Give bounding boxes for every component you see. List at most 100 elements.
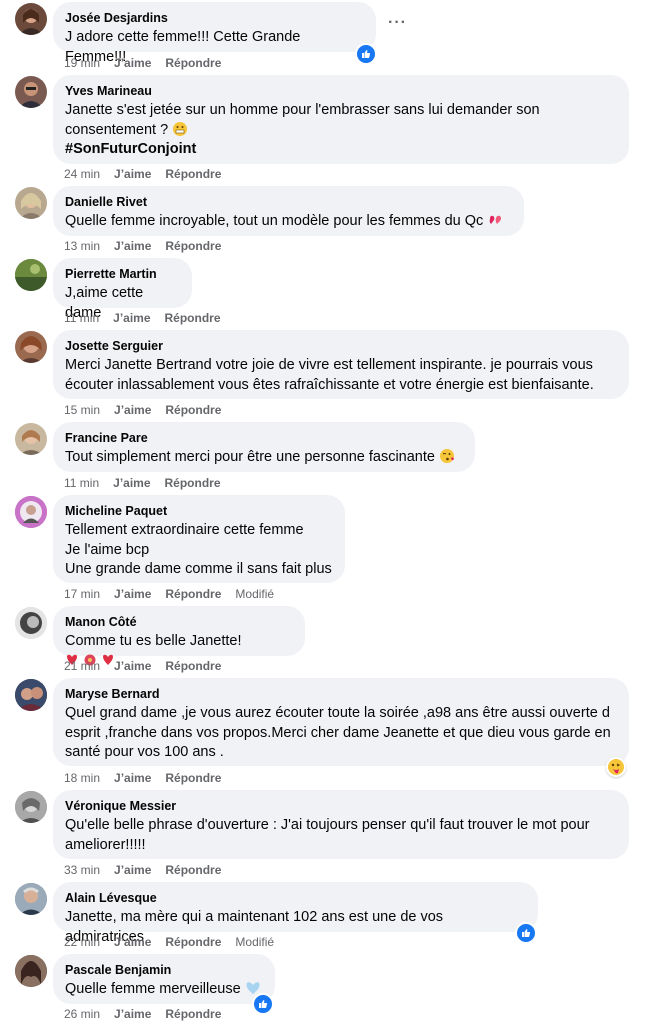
avatar[interactable] (15, 955, 47, 987)
comment-time[interactable]: 15 min (64, 403, 100, 417)
comment-text: Quelle femme merveilleuse (65, 981, 241, 997)
comment-time[interactable]: 21 min (64, 659, 100, 673)
two-hearts-emoji-icon (489, 215, 502, 224)
comment-line: Janette s'est jetée sur un homme pour l'… (65, 102, 540, 118)
comment-time[interactable]: 26 min (64, 1007, 100, 1021)
reply-link[interactable]: Répondre (165, 863, 221, 877)
reply-link[interactable]: Répondre (165, 311, 221, 325)
comment-author[interactable]: Alain Lévesque (65, 890, 526, 906)
like-link[interactable]: J’aime (114, 1007, 151, 1021)
like-reaction-icon[interactable] (355, 43, 377, 65)
comment-line: ameliorer!!!!! (65, 836, 146, 853)
comment-line: consentement ? (65, 121, 169, 138)
comment-text: Merci Janette Bertrand votre joie de viv… (65, 356, 617, 395)
comment-author[interactable]: Josette Serguier (65, 338, 617, 354)
like-link[interactable]: J’aime (114, 863, 151, 877)
like-link[interactable]: J’aime (114, 403, 151, 417)
comment-author[interactable]: Pascale Benjamin (65, 962, 263, 978)
like-link[interactable]: J’aime (113, 476, 150, 490)
comment-text: Tout simplement merci pour être une pers… (65, 449, 435, 465)
avatar[interactable] (15, 259, 47, 291)
reply-link[interactable]: Répondre (165, 403, 221, 417)
like-reaction-icon[interactable] (515, 922, 537, 944)
reply-link[interactable]: Répondre (165, 56, 221, 70)
avatar[interactable] (15, 496, 47, 528)
hashtag-link[interactable]: #SonFuturConjoint (65, 140, 617, 160)
comment-author[interactable]: Micheline Paquet (65, 503, 333, 519)
comment-author[interactable]: Maryse Bernard (65, 686, 617, 702)
reply-link[interactable]: Répondre (165, 935, 221, 949)
avatar[interactable] (15, 883, 47, 915)
comment-time[interactable]: 18 min (64, 771, 100, 785)
comment-line: esprit ,franche dans vos propos.Merci ch… (65, 724, 611, 741)
comment-line: santé pour vos 100 ans . (65, 744, 224, 760)
more-options-button[interactable]: ··· (388, 14, 407, 32)
comment-author[interactable]: Pierrette Martin (65, 266, 180, 282)
avatar[interactable] (15, 679, 47, 711)
comment-time[interactable]: 13 min (64, 239, 100, 253)
comment-author[interactable]: Manon Côté (65, 614, 293, 630)
comment-time[interactable]: 19 min (64, 56, 100, 70)
comment-line: Quel grand dame ,je vous aurez écouter t… (65, 705, 610, 721)
comment-bubble: Francine Pare Tout simplement merci pour… (53, 422, 475, 472)
comment-time[interactable]: 11 min (64, 476, 99, 490)
edited-label[interactable]: Modifié (235, 587, 274, 601)
comment-line: écouter inlassablement vous êtes rafraîc… (65, 376, 594, 393)
avatar[interactable] (15, 187, 47, 219)
comment-author[interactable]: Francine Pare (65, 430, 463, 446)
avatar[interactable] (15, 607, 47, 639)
like-link[interactable]: J’aime (113, 311, 150, 325)
comment-meta: 18 min J’aime Répondre (64, 771, 235, 785)
comment-line: Qu'elle belle phrase d'ouverture : J'ai … (65, 817, 590, 833)
like-link[interactable]: J’aime (114, 239, 151, 253)
reply-link[interactable]: Répondre (165, 771, 221, 785)
avatar[interactable] (15, 791, 47, 823)
reply-link[interactable]: Répondre (165, 239, 221, 253)
comment-time[interactable]: 11 min (64, 311, 99, 325)
comment-time[interactable]: 17 min (64, 587, 100, 601)
comment-text: Qu'elle belle phrase d'ouverture : J'ai … (65, 816, 617, 855)
reply-link[interactable]: Répondre (165, 476, 221, 490)
reply-link[interactable]: Répondre (165, 587, 221, 601)
avatar[interactable] (15, 331, 47, 363)
like-link[interactable]: J’aime (114, 771, 151, 785)
comment-author[interactable]: Danielle Rivet (65, 194, 512, 210)
comment-text: Janette s'est jetée sur un homme pour l'… (65, 101, 617, 160)
comment-author[interactable]: Véronique Messier (65, 798, 617, 814)
comment-line: Tellement extraordinaire cette femme (65, 522, 304, 538)
tongue-face-reaction-icon[interactable] (606, 757, 626, 777)
comment-bubble: Danielle Rivet Quelle femme incroyable, … (53, 186, 524, 236)
like-link[interactable]: J’aime (114, 935, 151, 949)
comment-text: Quel grand dame ,je vous aurez écouter t… (65, 704, 617, 763)
avatar[interactable] (15, 76, 47, 108)
comment-line: Une grande dame comme il sans fait plus (65, 561, 332, 577)
comment-meta: 19 min J’aime Répondre (64, 56, 235, 70)
like-reaction-icon[interactable] (252, 993, 274, 1015)
comment-author[interactable]: Josée Desjardins (65, 10, 364, 26)
comment-bubble: Micheline Paquet Tellement extraordinair… (53, 495, 345, 583)
comment-text: Tellement extraordinaire cette femme Je … (65, 521, 333, 580)
comment-meta: 21 min J’aime Répondre (64, 659, 235, 673)
kissing-face-emoji-icon (439, 449, 454, 463)
comment-bubble: Josette Serguier Merci Janette Bertrand … (53, 330, 629, 399)
like-link[interactable]: J’aime (114, 587, 151, 601)
comment-time[interactable]: 24 min (64, 167, 100, 181)
comment-bubble: Yves Marineau Janette s'est jetée sur un… (53, 75, 629, 164)
reply-link[interactable]: Répondre (165, 1007, 221, 1021)
avatar[interactable] (15, 3, 47, 35)
comment-time[interactable]: 33 min (64, 863, 100, 877)
comment-meta: 26 min J’aime Répondre (64, 1007, 235, 1021)
like-link[interactable]: J’aime (114, 56, 151, 70)
reply-link[interactable]: Répondre (165, 659, 221, 673)
reply-link[interactable]: Répondre (165, 167, 221, 181)
comment-meta: 24 min J’aime Répondre (64, 167, 235, 181)
comment-time[interactable]: 22 min (64, 935, 100, 949)
comment-line: Je l'aime bcp (65, 541, 150, 558)
edited-label[interactable]: Modifié (235, 935, 274, 949)
like-link[interactable]: J’aime (114, 659, 151, 673)
avatar[interactable] (15, 423, 47, 455)
like-link[interactable]: J’aime (114, 167, 151, 181)
comment-text: Quelle femme incroyable, tout un modèle … (65, 213, 484, 229)
comment-meta: 22 min J’aime Répondre Modifié (64, 935, 288, 949)
comment-author[interactable]: Yves Marineau (65, 83, 617, 99)
